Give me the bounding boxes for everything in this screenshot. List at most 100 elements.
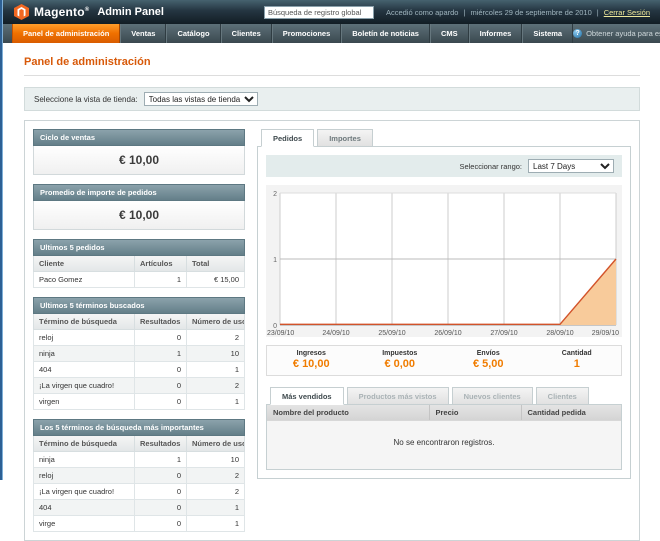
- table-row[interactable]: ninja 1 10: [34, 346, 245, 362]
- lifetime-sales-value: € 10,00: [33, 146, 245, 175]
- col-items: Artículos: [135, 256, 187, 272]
- col-results: Resultados: [135, 436, 187, 452]
- x-tick: 29/09/10: [592, 330, 619, 337]
- bestsellers-table: Nombre del producto Precio Cantidad pedi…: [267, 405, 621, 420]
- last-search-terms-card: Ultimos 5 términos buscados Término de b…: [33, 297, 245, 410]
- total-shipping: Envíos € 5,00: [444, 346, 533, 375]
- average-orders-value: € 10,00: [33, 201, 245, 230]
- x-tick: 28/09/10: [546, 330, 573, 337]
- separator: |: [597, 8, 599, 17]
- nav-item-sales[interactable]: Ventas: [120, 24, 166, 43]
- total-quantity: Cantidad 1: [533, 346, 622, 375]
- lifetime-sales-card: Ciclo de ventas € 10,00: [33, 129, 245, 175]
- empty-records-message: No se encontraron registros.: [267, 420, 621, 469]
- help-icon: ?: [573, 29, 582, 38]
- col-price: Precio: [429, 405, 521, 420]
- last-orders-title: Ultimos 5 pedidos: [33, 239, 245, 256]
- col-term: Término de búsqueda: [34, 436, 135, 452]
- nav-item-system[interactable]: Sistema: [522, 24, 573, 43]
- get-help-link[interactable]: ? Obtener ayuda para esta página: [573, 24, 660, 43]
- table-row[interactable]: 404 0 1: [34, 362, 245, 378]
- orders-line-chart: 2 1 0 23/09/10 24/09/10 25/09/10 26/09/1…: [266, 187, 620, 337]
- magento-brand: Magento® Admin Panel: [14, 4, 164, 20]
- table-row[interactable]: ninja 1 10: [34, 452, 245, 468]
- table-row[interactable]: ¡La virgen que cuadro! 0 2: [34, 484, 245, 500]
- orders-chart-panel: Seleccionar rango: Last 7 Days: [257, 146, 631, 479]
- current-date: miércoles 29 de septiembre de 2010: [470, 8, 591, 17]
- last-search-terms-table: Término de búsqueda Resultados Número de…: [33, 314, 245, 410]
- store-view-select[interactable]: Todas las vistas de tienda: [144, 92, 258, 106]
- y-tick: 1: [273, 257, 277, 264]
- table-row[interactable]: reloj 0 2: [34, 330, 245, 346]
- range-selector-bar: Seleccionar rango: Last 7 Days: [266, 155, 622, 177]
- total-tax: Impuestos € 0,00: [356, 346, 445, 375]
- col-term: Término de búsqueda: [34, 314, 135, 330]
- registered-mark: ®: [85, 7, 90, 13]
- col-qty-ordered: Cantidad pedida: [521, 405, 621, 420]
- nav-item-customers[interactable]: Clientes: [221, 24, 272, 43]
- logged-in-as: Accedió como apardo: [386, 8, 459, 17]
- tab-amounts[interactable]: Importes: [317, 129, 373, 147]
- admin-panel-title: Admin Panel: [97, 6, 164, 18]
- average-orders-card: Promedio de importe de pedidos € 10,00: [33, 184, 245, 230]
- table-row[interactable]: Paco Gomez 1 € 15,00: [34, 272, 245, 288]
- store-view-label: Seleccione la vista de tienda:: [34, 95, 138, 104]
- dashboard-right-column: Pedidos Importes Seleccionar rango: Last…: [257, 129, 631, 479]
- x-tick: 26/09/10: [434, 330, 461, 337]
- table-row[interactable]: reloj 0 2: [34, 468, 245, 484]
- top-search-terms-card: Los 5 términos de búsqueda más important…: [33, 419, 245, 532]
- nav-item-catalog[interactable]: Catálogo: [166, 24, 220, 43]
- magento-logo-icon: [14, 4, 29, 20]
- top-search-terms-title: Los 5 términos de búsqueda más important…: [33, 419, 245, 436]
- tab-customers[interactable]: Clientes: [536, 387, 589, 405]
- col-uses: Número de usos: [187, 436, 245, 452]
- tab-bestsellers[interactable]: Más vendidos: [270, 387, 344, 405]
- nav-item-reports[interactable]: Informes: [469, 24, 523, 43]
- logo-wordmark: Magento®: [34, 5, 89, 19]
- separator: |: [463, 8, 465, 17]
- col-uses: Número de usos: [187, 314, 245, 330]
- table-row[interactable]: virgen 0 1: [34, 394, 245, 410]
- nav-item-newsletter[interactable]: Boletín de noticias: [341, 24, 430, 43]
- order-total: € 15,00: [187, 272, 245, 288]
- tab-most-viewed[interactable]: Productos más vistos: [347, 387, 449, 405]
- last-orders-table: Cliente Artículos Total Paco Gomez 1 € 1…: [33, 256, 245, 288]
- tab-orders[interactable]: Pedidos: [261, 129, 314, 147]
- dashboard-left-column: Ciclo de ventas € 10,00 Promedio de impo…: [33, 129, 245, 532]
- top-search-terms-table: Término de búsqueda Resultados Número de…: [33, 436, 245, 532]
- nav-item-dashboard[interactable]: Panel de administración: [12, 24, 120, 43]
- chart-tabs: Pedidos Importes: [257, 129, 631, 146]
- y-tick: 2: [273, 191, 277, 198]
- title-divider: [24, 75, 640, 76]
- tab-new-customers[interactable]: Nuevos clientes: [452, 387, 533, 405]
- bestsellers-grid: Nombre del producto Precio Cantidad pedi…: [266, 404, 622, 470]
- page-content: Panel de administración Seleccione la vi…: [0, 43, 660, 541]
- col-customer: Cliente: [34, 256, 135, 272]
- nav-item-cms[interactable]: CMS: [430, 24, 469, 43]
- x-tick: 25/09/10: [378, 330, 405, 337]
- orders-chart-area: 2 1 0 23/09/10 24/09/10 25/09/10 26/09/1…: [266, 185, 622, 337]
- nav-item-promotions[interactable]: Promociones: [272, 24, 342, 43]
- col-results: Resultados: [135, 314, 187, 330]
- last-search-terms-title: Ultimos 5 términos buscados: [33, 297, 245, 314]
- x-tick: 24/09/10: [322, 330, 349, 337]
- range-label: Seleccionar rango:: [459, 162, 522, 171]
- table-row[interactable]: virge 0 1: [34, 516, 245, 532]
- table-row[interactable]: 404 0 1: [34, 500, 245, 516]
- logout-link[interactable]: Cerrar Sesión: [604, 8, 650, 17]
- order-customer: Paco Gomez: [34, 272, 135, 288]
- user-session-info: Accedió como apardo | miércoles 29 de se…: [386, 8, 650, 17]
- store-view-bar: Seleccione la vista de tienda: Todas las…: [24, 87, 640, 111]
- col-product-name: Nombre del producto: [267, 405, 429, 420]
- top-header-bar: Magento® Admin Panel Accedió como apardo…: [0, 0, 660, 24]
- totals-bar: Ingresos € 10,00 Impuestos € 0,00 Envíos…: [266, 345, 622, 376]
- average-orders-title: Promedio de importe de pedidos: [33, 184, 245, 201]
- table-row[interactable]: ¡La virgen que cuadro! 0 2: [34, 378, 245, 394]
- order-items: 1: [135, 272, 187, 288]
- total-revenue: Ingresos € 10,00: [267, 346, 356, 375]
- lifetime-sales-title: Ciclo de ventas: [33, 129, 245, 146]
- x-tick: 27/09/10: [490, 330, 517, 337]
- range-select[interactable]: Last 7 Days: [528, 159, 614, 173]
- global-search-input[interactable]: [264, 6, 374, 19]
- help-label: Obtener ayuda para esta página: [586, 29, 660, 38]
